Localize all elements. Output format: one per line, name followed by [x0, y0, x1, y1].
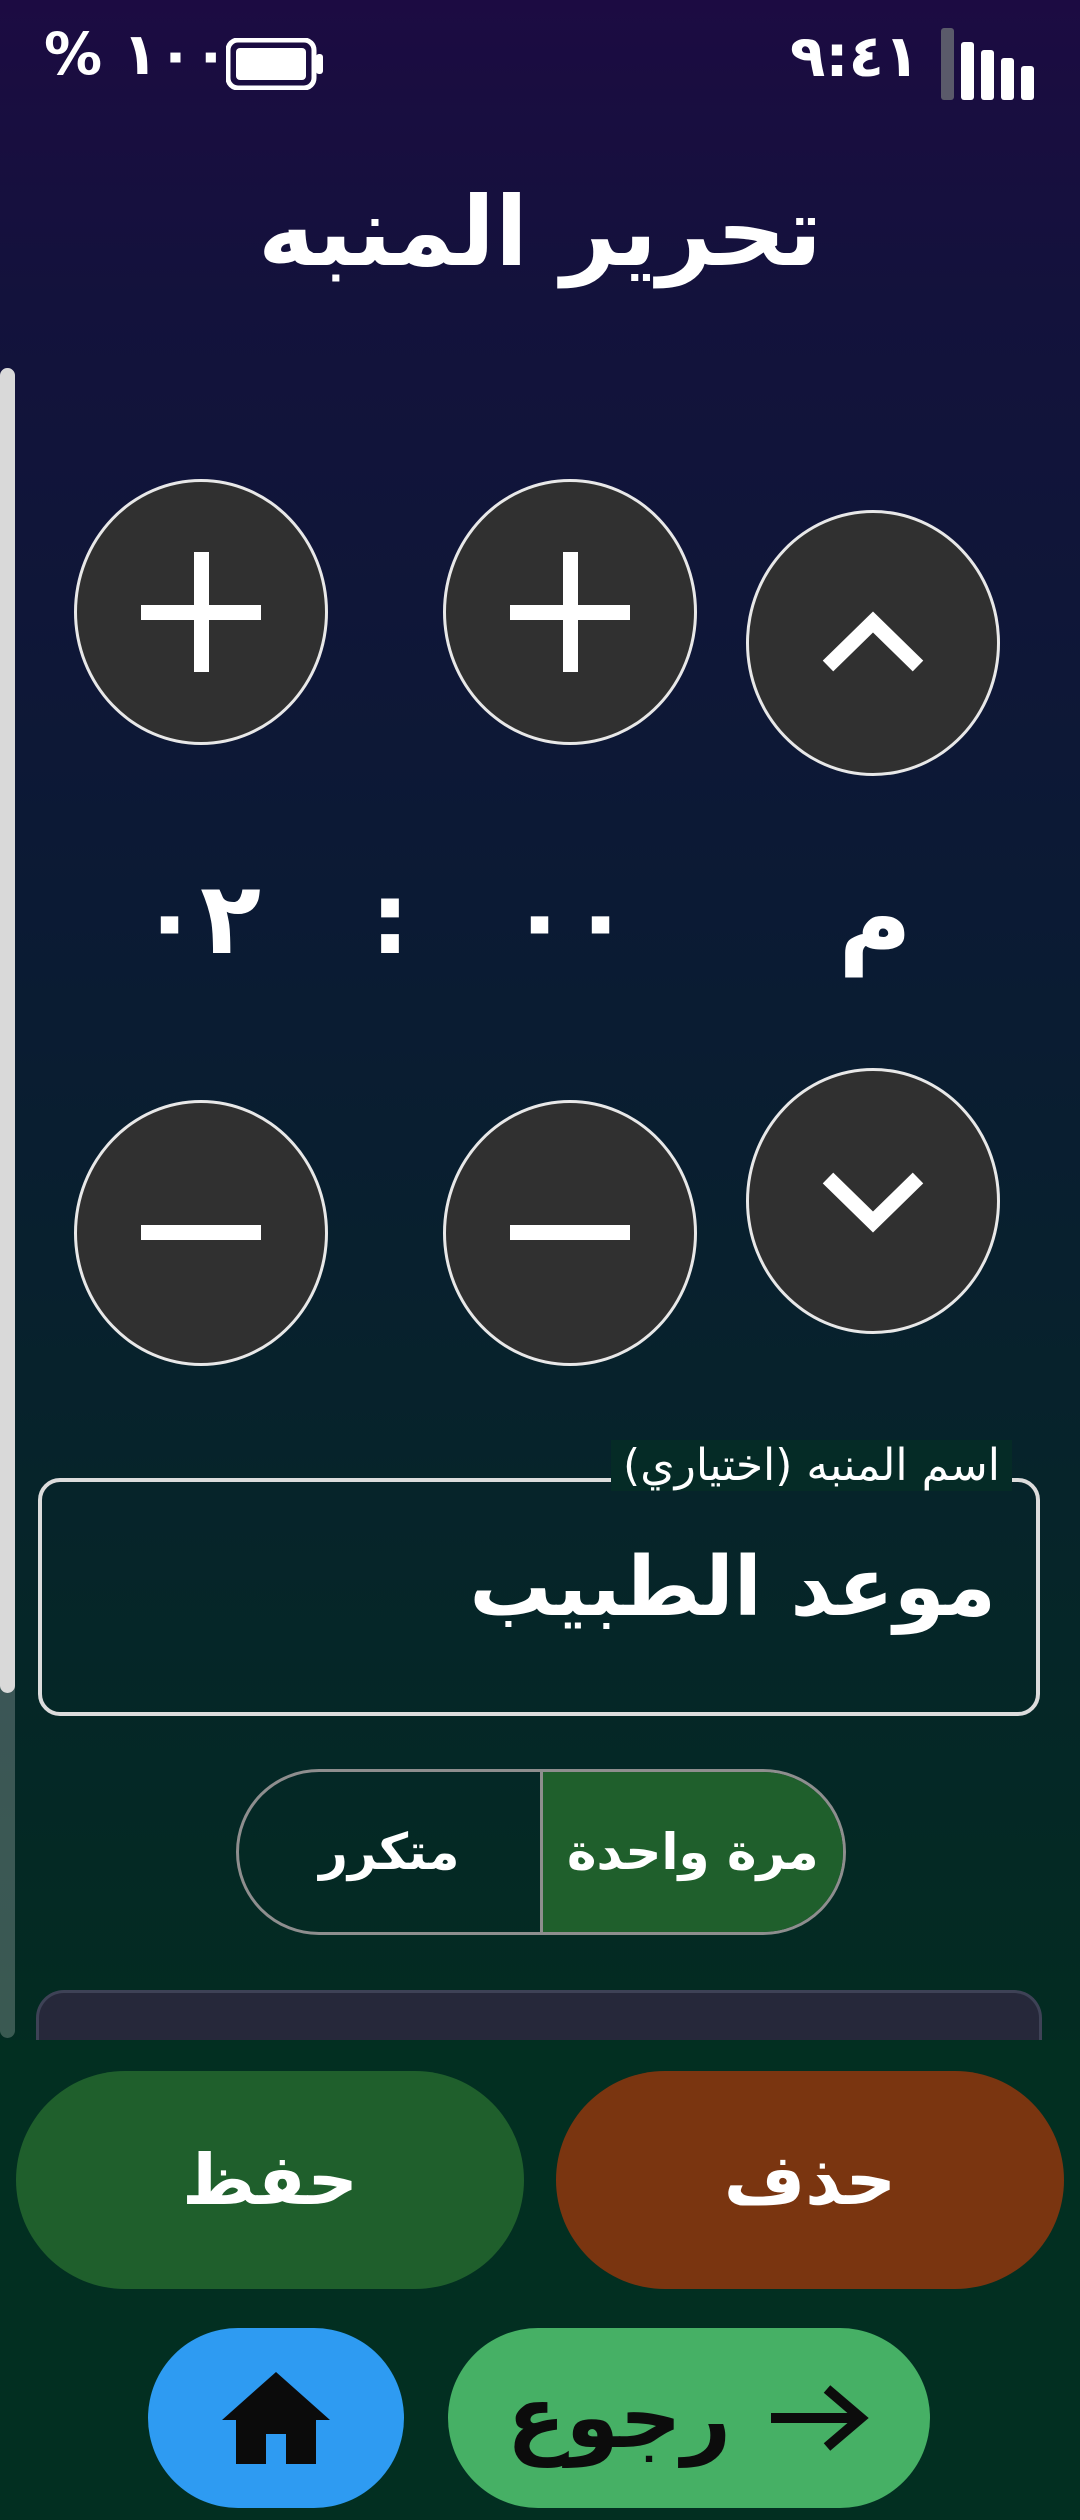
period-up-button[interactable]: [746, 510, 1000, 776]
battery-icon: [226, 38, 323, 90]
minute-decrement-button[interactable]: [443, 1100, 697, 1366]
save-button[interactable]: حفظ: [16, 2071, 524, 2289]
chevron-up-icon: [822, 611, 924, 672]
chevron-down-icon: [822, 1172, 924, 1233]
home-button[interactable]: [148, 2328, 404, 2508]
hour-value: ٠٢: [138, 860, 262, 977]
plus-icon: [510, 552, 630, 672]
battery-level: ١٠٠ %: [44, 20, 229, 88]
home-icon: [222, 2372, 330, 2464]
repeat-toggle[interactable]: مرة واحدة متكرر: [236, 1769, 846, 1935]
period-down-button[interactable]: [746, 1068, 1000, 1334]
delete-button[interactable]: حذف: [556, 2071, 1064, 2289]
minus-icon: [141, 1225, 261, 1240]
plus-icon: [141, 552, 261, 672]
minute-increment-button[interactable]: [443, 479, 697, 745]
alarm-name-field[interactable]: اسم المنبه (اختياري) موعد الطبيب: [38, 1440, 1040, 1716]
alarm-name-value[interactable]: موعد الطبيب: [469, 1540, 996, 1635]
back-button[interactable]: رجوع: [448, 2328, 930, 2508]
time-separator: :: [370, 860, 410, 977]
minute-value: ٠٠: [508, 860, 632, 977]
scrollbar-thumb[interactable]: [0, 368, 15, 1693]
alarm-name-label: اسم المنبه (اختياري): [611, 1440, 1012, 1491]
signal-icon: [934, 28, 1034, 100]
hour-increment-button[interactable]: [74, 479, 328, 745]
period-value: م: [838, 860, 912, 977]
back-label: رجوع: [506, 2368, 732, 2468]
page-title: تحرير المنبه: [257, 176, 823, 288]
option-repeating[interactable]: متكرر: [239, 1772, 543, 1932]
option-once[interactable]: مرة واحدة: [542, 1772, 843, 1932]
arrow-right-icon: [771, 2385, 869, 2451]
hour-decrement-button[interactable]: [74, 1100, 328, 1366]
minus-icon: [510, 1225, 630, 1240]
status-time: ٩:٤١: [790, 22, 920, 90]
